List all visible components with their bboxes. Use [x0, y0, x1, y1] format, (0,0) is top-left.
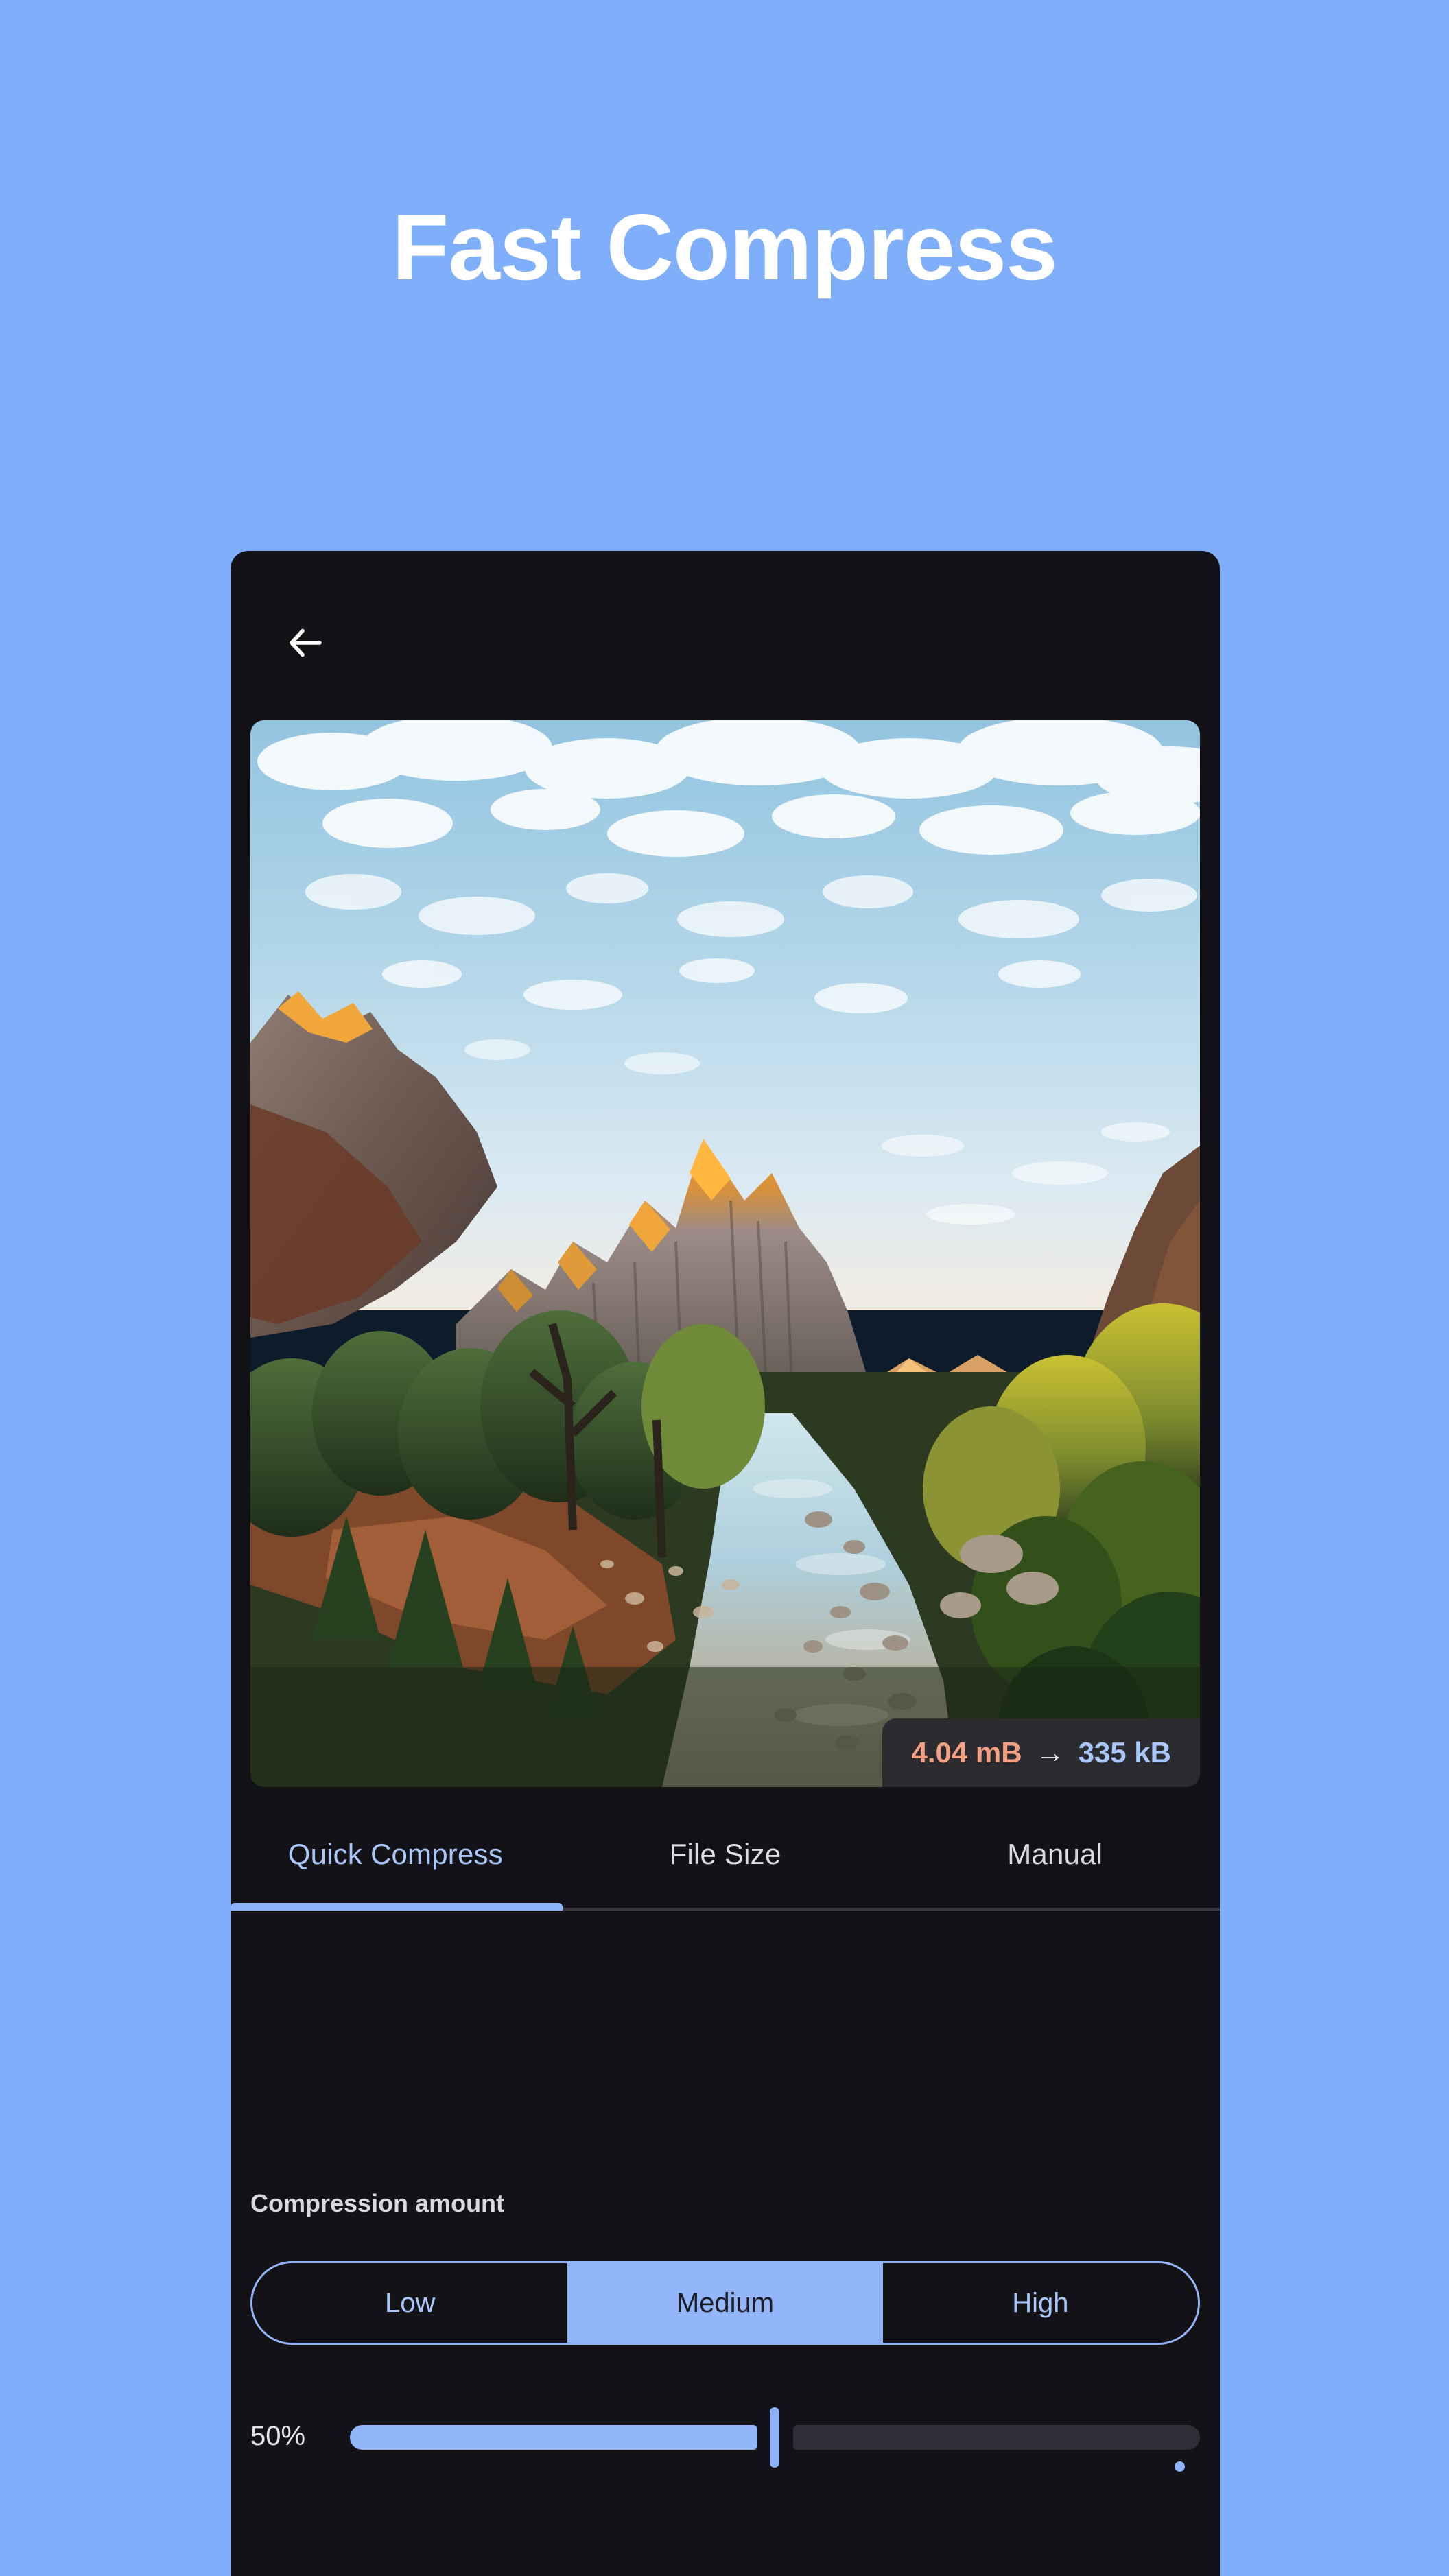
tab-manual[interactable]: Manual [890, 1799, 1220, 1909]
size-badge: 4.04 mB → 335 kB [882, 1718, 1200, 1787]
back-button[interactable] [273, 611, 339, 677]
tab-label: Quick Compress [287, 1838, 503, 1870]
quick-compress-panel: Compression amount Low Medium High 50% [231, 1916, 1220, 2576]
compression-slider[interactable] [350, 2396, 1200, 2479]
page-title: Fast Compress [392, 195, 1058, 299]
image-preview[interactable]: 4.04 mB → 335 kB [250, 720, 1200, 1787]
tab-label: File Size [669, 1838, 781, 1870]
arrow-left-icon [285, 622, 327, 667]
slider-end-dot [1175, 2461, 1185, 2472]
active-tab-indicator [231, 1903, 563, 1911]
compression-slider-row: 50% [250, 2396, 1200, 2479]
phone-frame: 4.04 mB → 335 kB Quick Compress File Siz… [231, 551, 1220, 2576]
segment-low[interactable]: Low [252, 2263, 568, 2343]
tab-file-size[interactable]: File Size [561, 1799, 891, 1909]
arrow-right-icon: → [1035, 1736, 1065, 1769]
compressed-size: 335 kB [1078, 1736, 1171, 1769]
segment-medium[interactable]: Medium [567, 2263, 883, 2343]
app-bar [231, 551, 1220, 718]
segment-label: Medium [676, 2287, 775, 2318]
slider-active-track [350, 2425, 757, 2450]
tab-label: Manual [1007, 1838, 1103, 1870]
slider-thumb[interactable] [769, 2407, 779, 2468]
segment-high[interactable]: High [882, 2263, 1198, 2343]
screen-root: Fast Compress 4.04 mB → 335 kB Quick Com… [0, 0, 1449, 2576]
segment-label: Low [384, 2287, 436, 2318]
tab-bar: Quick Compress File Size Manual [231, 1799, 1220, 1909]
segment-label: High [1012, 2287, 1069, 2318]
tab-quick-compress[interactable]: Quick Compress [231, 1799, 561, 1909]
slider-value-label: 50% [250, 2421, 306, 2451]
compression-amount-segmented-control: Low Medium High [250, 2261, 1200, 2345]
preview-photo [250, 720, 1200, 1787]
slider-inactive-track [792, 2425, 1200, 2472]
original-size: 4.04 mB [911, 1736, 1022, 1769]
compression-amount-label: Compression amount [250, 2189, 505, 2217]
